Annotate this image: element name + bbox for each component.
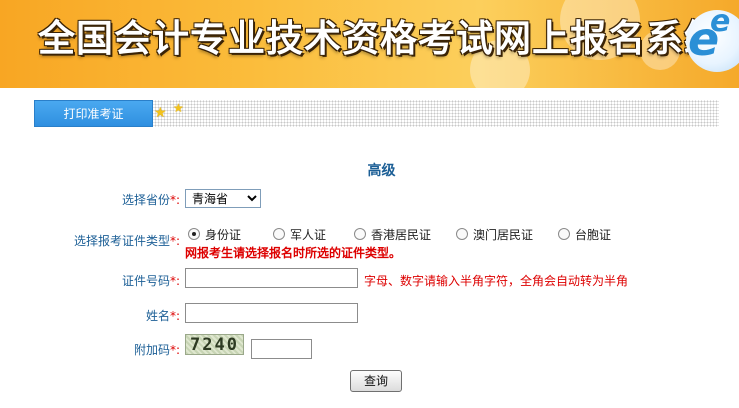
radio-dot[interactable] <box>273 228 285 240</box>
name-input[interactable] <box>185 303 358 323</box>
province-label-text: 选择省份 <box>121 193 170 207</box>
logo-letter-small: e <box>710 4 731 39</box>
tab-print-admission-ticket[interactable]: 打印准考证 <box>34 100 153 127</box>
id-number-input[interactable] <box>185 268 358 288</box>
captcha-label: 附加码*: <box>100 341 180 358</box>
required-mark: *: <box>169 343 180 357</box>
required-mark: *: <box>169 309 180 323</box>
site-title: 全国会计专业技术资格考试网上报名系统 <box>38 16 722 60</box>
star-icon: ★ <box>173 101 184 115</box>
id-type-label-text: 选择报考证件类型 <box>73 234 170 248</box>
radio-id-card[interactable]: 身份证 <box>188 226 241 243</box>
captcha-label-text: 附加码 <box>133 343 170 357</box>
star-icon: ★ <box>154 105 167 121</box>
id-number-label-text: 证件号码 <box>121 274 170 288</box>
radio-dot[interactable] <box>558 228 570 240</box>
id-type-warning: 网报考生请选择报名时所选的证件类型。 <box>185 246 402 260</box>
radio-label: 军人证 <box>290 228 327 242</box>
province-select[interactable]: 青海省 <box>185 189 261 208</box>
id-type-label: 选择报考证件类型*: <box>40 232 180 249</box>
radio-hongkong-resident[interactable]: 香港居民证 <box>354 226 431 243</box>
radio-macau-resident[interactable]: 澳门居民证 <box>456 226 533 243</box>
name-label: 姓名*: <box>100 307 180 324</box>
radio-label: 香港居民证 <box>371 228 432 242</box>
query-button[interactable]: 查询 <box>350 370 402 392</box>
required-mark: *: <box>169 274 180 288</box>
captcha-image[interactable]: 7240 <box>185 334 244 355</box>
radio-military-card[interactable]: 军人证 <box>273 226 326 243</box>
id-number-hint: 字母、数字请输入半角字符，全角会自动转为半角 <box>364 274 629 288</box>
radio-dot-checked[interactable] <box>188 228 200 240</box>
radio-label: 台胞证 <box>575 228 612 242</box>
radio-dot[interactable] <box>456 228 468 240</box>
id-number-label: 证件号码*: <box>100 272 180 289</box>
site-logo: e e <box>686 4 739 76</box>
required-mark: *: <box>169 234 180 248</box>
required-mark: *: <box>169 193 180 207</box>
radio-dot[interactable] <box>354 228 366 240</box>
form-heading: 高级 <box>367 163 396 179</box>
radio-taiwan-compatriot[interactable]: 台胞证 <box>558 226 611 243</box>
name-label-text: 姓名 <box>145 309 170 323</box>
radio-label: 澳门居民证 <box>473 228 534 242</box>
radio-label: 身份证 <box>205 228 242 242</box>
header-banner: 全国会计专业技术资格考试网上报名系统 e e <box>0 0 739 88</box>
captcha-input[interactable] <box>251 339 312 359</box>
province-label: 选择省份*: <box>100 191 180 208</box>
